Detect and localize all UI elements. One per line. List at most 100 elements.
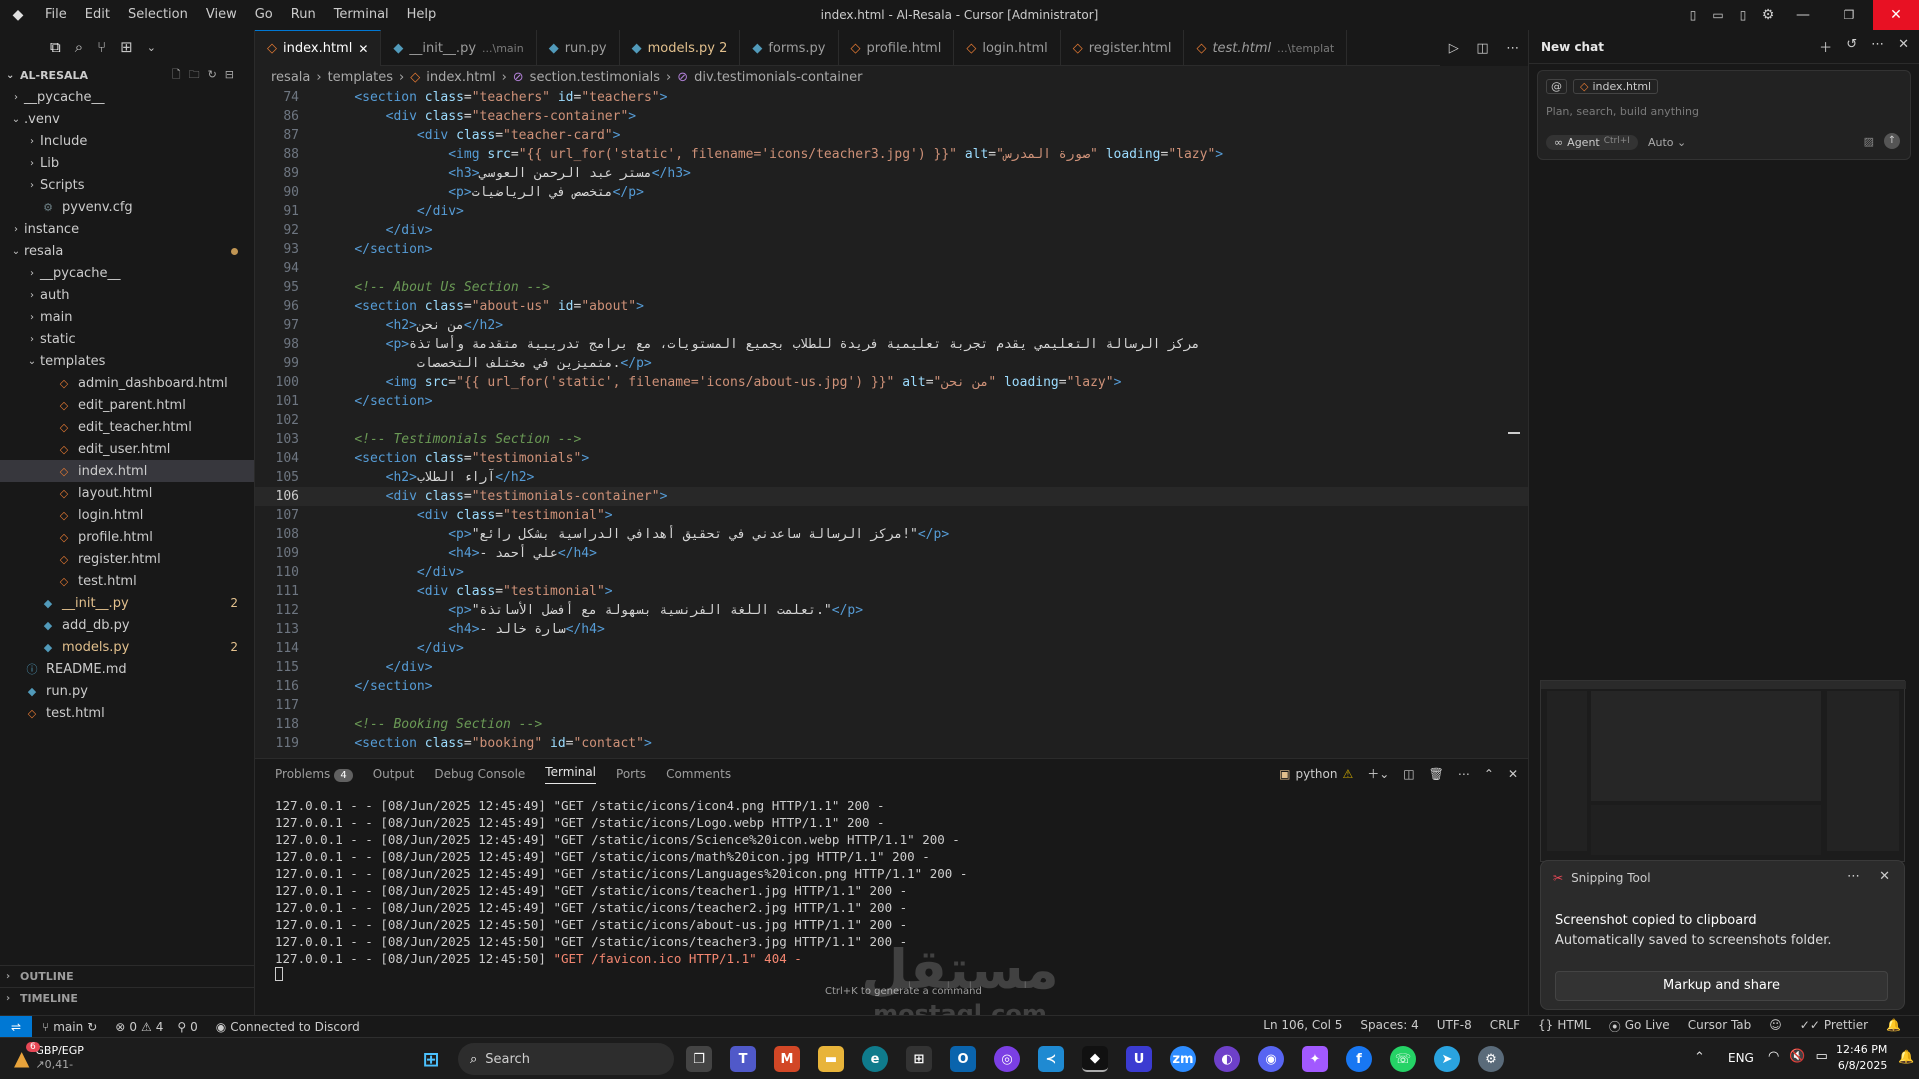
send-icon[interactable]: ↑ — [1884, 133, 1900, 149]
ide-icon[interactable]: U — [1126, 1046, 1152, 1072]
code-line[interactable]: 105 <h2>آراء الطلاب</h2> — [255, 468, 1528, 487]
line-ending[interactable]: CRLF — [1490, 1018, 1520, 1035]
problems-indicator[interactable]: ⊗ 0 ⚠ 4 — [115, 1020, 163, 1034]
code-line[interactable]: 119 <section class="booking" id="contact… — [255, 734, 1528, 753]
tab-register-html[interactable]: ◇ register.html — [1061, 30, 1185, 66]
tree-folder[interactable]: › auth — [0, 284, 254, 306]
github-desktop-icon[interactable]: ◐ — [1214, 1046, 1240, 1072]
menu-run[interactable]: Run — [282, 0, 325, 30]
tree-file[interactable]: ◇ edit_user.html — [0, 438, 254, 460]
clock[interactable]: 12:46 PM 6/8/2025 — [1836, 1042, 1887, 1074]
tree-folder[interactable]: › Scripts — [0, 174, 254, 196]
language-mode[interactable]: {} HTML — [1538, 1018, 1591, 1035]
new-terminal-icon[interactable]: ＋⌄ — [1367, 765, 1389, 782]
go-live-button[interactable]: ⦿ Go Live — [1609, 1018, 1670, 1035]
tree-folder[interactable]: ⌄ templates — [0, 350, 254, 372]
code-line[interactable]: 100 <img src="{{ url_for('static', filen… — [255, 373, 1528, 392]
copilot-icon[interactable]: ◎ — [994, 1046, 1020, 1072]
tree-file[interactable]: ◆ __init__.py 2 — [0, 592, 254, 614]
restore-button[interactable]: ❐ — [1826, 0, 1872, 30]
discord-indicator[interactable]: ◉ Connected to Discord — [216, 1020, 360, 1034]
code-line[interactable]: 115 </div> — [255, 658, 1528, 677]
tree-file[interactable]: ◇ edit_teacher.html — [0, 416, 254, 438]
tree-file[interactable]: ◆ models.py 2 — [0, 636, 254, 658]
tree-file[interactable]: ⚙ pyvenv.cfg — [0, 196, 254, 218]
tree-file[interactable]: ◇ layout.html — [0, 482, 254, 504]
cursor-app-icon[interactable]: ◆ — [1082, 1046, 1108, 1072]
context-chip[interactable]: ◇ index.html — [1573, 79, 1659, 94]
teams-icon[interactable]: T — [730, 1046, 756, 1072]
new-chat-icon[interactable]: ＋ — [1819, 37, 1832, 56]
menu-go[interactable]: Go — [246, 0, 282, 30]
outlook-icon[interactable]: O — [950, 1046, 976, 1072]
outline-section[interactable]: › OUTLINE — [0, 965, 254, 987]
branch-indicator[interactable]: ⑂ main ↻ — [42, 1020, 97, 1034]
remote-indicator[interactable]: ⇌ — [0, 1015, 32, 1038]
telegram-icon[interactable]: ➤ — [1434, 1046, 1460, 1072]
breadcrumb-item[interactable]: div.testimonials-container — [694, 70, 862, 85]
search-icon[interactable]: ⌕ — [75, 38, 83, 56]
close-icon[interactable]: ✕ — [1898, 37, 1909, 56]
panel-tab-terminal[interactable]: Terminal — [545, 765, 597, 784]
breadcrumb-item[interactable]: index.html — [426, 70, 495, 85]
more-icon[interactable]: ⋯ — [1458, 767, 1470, 781]
tree-file[interactable]: ◇ profile.html — [0, 526, 254, 548]
explorer-root[interactable]: ⌄ AL-RESALA 🗋🗀↻⊟ — [0, 64, 254, 86]
terminal-output[interactable]: 127.0.0.1 - - [08/Jun/2025 12:45:49] "GE… — [255, 789, 1528, 984]
tab-run-py[interactable]: ◆ run.py — [537, 30, 620, 66]
notifications-bell-icon[interactable]: 🔔 — [1886, 1018, 1901, 1035]
chat-input-box[interactable]: @ ◇ index.html Plan, search, build anythi… — [1537, 70, 1911, 160]
menu-selection[interactable]: Selection — [119, 0, 197, 30]
timeline-section[interactable]: › TIMELINE — [0, 987, 254, 1009]
code-line[interactable]: 116 </section> — [255, 677, 1528, 696]
image-icon[interactable]: ▨ — [1864, 135, 1874, 148]
code-line[interactable]: 104 <section class="testimonials"> — [255, 449, 1528, 468]
code-line[interactable]: 106 <div class="testimonials-container"> — [255, 487, 1528, 506]
model-selector[interactable]: Auto ⌄ — [1648, 136, 1686, 149]
history-icon[interactable]: ↺ — [1846, 37, 1857, 56]
task-view-icon[interactable]: ❐ — [686, 1046, 712, 1072]
maximize-panel-icon[interactable]: ⌃ — [1484, 767, 1494, 781]
menu-help[interactable]: Help — [398, 0, 446, 30]
tree-file[interactable]: ◇ index.html — [0, 460, 254, 482]
close-icon[interactable]: ✕ — [1879, 869, 1890, 884]
close-icon[interactable]: ✕ — [358, 42, 368, 56]
code-line[interactable]: 96 <section class="about-us" id="about"> — [255, 297, 1528, 316]
trash-icon[interactable]: 🗑 — [1429, 767, 1444, 781]
menu-terminal[interactable]: Terminal — [325, 0, 398, 30]
tree-folder[interactable]: › Lib — [0, 152, 254, 174]
code-line[interactable]: 111 <div class="testimonial"> — [255, 582, 1528, 601]
files-icon[interactable]: ⧉ — [50, 38, 61, 56]
facebook-icon[interactable]: f — [1346, 1046, 1372, 1072]
code-line[interactable]: 90 <p>متخصص في الرياضيات</p> — [255, 183, 1528, 202]
file-explorer-icon[interactable]: ▬ — [818, 1046, 844, 1072]
cursor-tab-indicator[interactable]: Cursor Tab — [1688, 1018, 1752, 1035]
code-line[interactable]: 99 متميزين في مختلف التخصصات.</p> — [255, 354, 1528, 373]
code-line[interactable]: 101 </section> — [255, 392, 1528, 411]
code-line[interactable]: 98 <p>مركز الرسالة التعليمي يقدم تجربة ت… — [255, 335, 1528, 354]
chat-tab-title[interactable]: New chat — [1541, 40, 1604, 54]
tree-folder[interactable]: ⌄ .venv — [0, 108, 254, 130]
breadcrumb-item[interactable]: resala — [271, 70, 310, 85]
agent-mode-selector[interactable]: ∞ Agent Ctrl+I — [1546, 135, 1638, 150]
split-editor-icon[interactable]: ◫ — [1476, 41, 1488, 56]
source-control-icon[interactable]: ⑂ — [97, 38, 106, 56]
breadcrumb-item[interactable]: templates — [328, 70, 393, 85]
indentation[interactable]: Spaces: 4 — [1360, 1018, 1418, 1035]
code-line[interactable]: 89 <h3>مستر عبد الرحمن العوسي</h3> — [255, 164, 1528, 183]
windows-start-icon[interactable]: ⊞ — [418, 1046, 444, 1072]
tab-models-py-2[interactable]: ◆ models.py 2 — [620, 30, 741, 66]
menu-file[interactable]: File — [36, 0, 76, 30]
more-icon[interactable]: ⋯ — [1847, 869, 1860, 884]
edge-icon[interactable]: e — [862, 1046, 888, 1072]
minimize-button[interactable]: — — [1780, 0, 1826, 30]
code-line[interactable]: 94 — [255, 259, 1528, 278]
encoding[interactable]: UTF-8 — [1437, 1018, 1472, 1035]
close-window-button[interactable]: ✕ — [1873, 0, 1919, 30]
code-line[interactable]: 74 <section class="teachers" id="teacher… — [255, 88, 1528, 107]
tree-file[interactable]: ◇ test.html — [0, 570, 254, 592]
tab-index-html[interactable]: ◇ index.html ✕ — [255, 30, 382, 66]
system-tray[interactable]: ◠ 🔇 ▭ — [1768, 1049, 1828, 1064]
code-line[interactable]: 88 <img src="{{ url_for('static', filena… — [255, 145, 1528, 164]
terminal-shell-selector[interactable]: ▣ python ⚠ — [1279, 767, 1353, 781]
